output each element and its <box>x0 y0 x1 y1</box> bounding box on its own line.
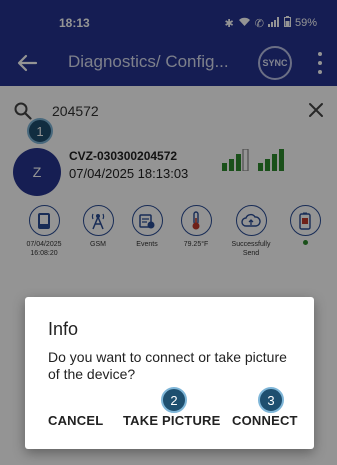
dialog-message: Do you want to connect or take picture o… <box>48 349 287 382</box>
connect-button[interactable]: CONNECT <box>232 413 298 428</box>
dialog-title: Info <box>48 319 79 339</box>
step-badge-2: 2 <box>161 387 187 413</box>
info-dialog: Info Do you want to connect or take pict… <box>25 297 314 449</box>
step-badge-number: 3 <box>267 392 275 408</box>
take-picture-button[interactable]: TAKE PICTURE <box>123 413 221 428</box>
step-badge-3: 3 <box>258 387 284 413</box>
cancel-button[interactable]: CANCEL <box>48 413 103 428</box>
step-badge-number: 2 <box>170 392 178 408</box>
